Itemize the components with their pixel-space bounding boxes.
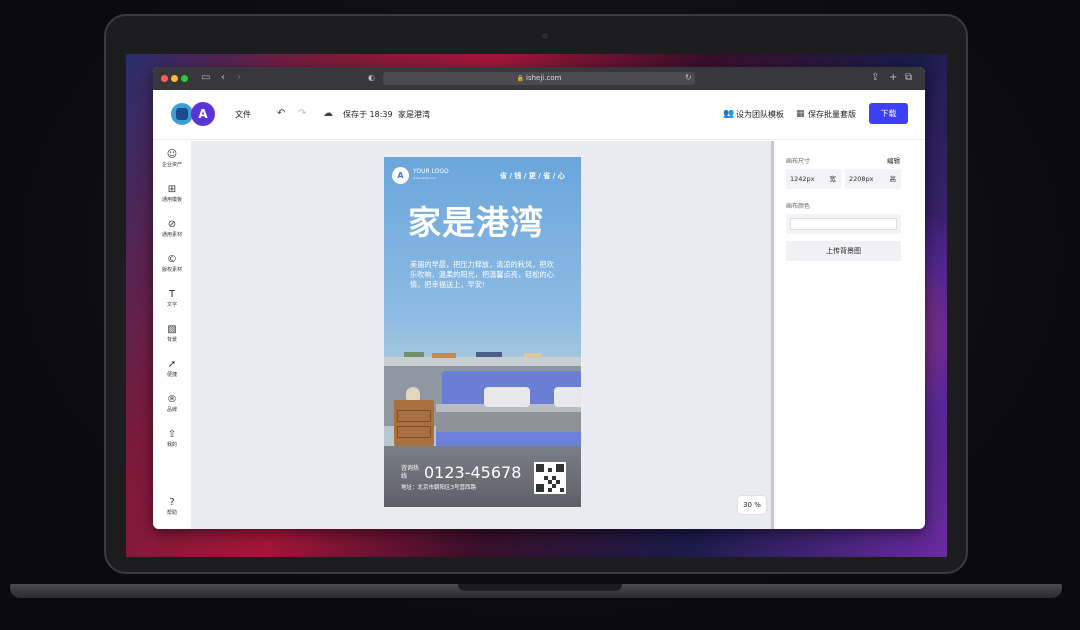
browser-titlebar: ▭ ‹ › ◐ 🔒 isheji.com ↻ ⇪ + ⧉ — [153, 67, 925, 90]
properties-panel: 画布尺寸 编辑 1242px 宽 2208px 高 画布颜色 上传背景图 — [775, 145, 908, 517]
sidebar-item-label: 我的 — [166, 442, 177, 448]
url-text: isheji.com — [526, 74, 562, 82]
sidebar-item-background[interactable]: ▧ 背景 — [153, 324, 191, 344]
share-icon[interactable]: ⇪ — [871, 71, 879, 85]
sidebar-item-materials[interactable]: ⊘ 通用素材 — [153, 219, 191, 239]
sidebar-item-label: 文字 — [166, 302, 177, 308]
saved-status: 保存于 18:39 — [343, 110, 393, 119]
poster-title[interactable]: 家是港湾 — [408, 201, 544, 245]
poster-contact-label[interactable]: 咨询热线 — [401, 465, 421, 481]
sidebar-item-assets[interactable]: ☺ 企业资产 — [153, 149, 191, 169]
width-value: 1242px — [790, 175, 815, 183]
sidebar-item-brand[interactable]: ® 品牌 — [153, 394, 191, 414]
height-unit: 高 — [889, 175, 897, 183]
vertical-scrollbar[interactable] — [771, 141, 774, 529]
cloud-save-icon: ☁ — [323, 108, 333, 119]
canvas-size-label: 画布尺寸 — [786, 158, 811, 165]
users-icon: ☺ — [166, 149, 178, 160]
sidebar-item-label: 便捷 — [166, 372, 177, 378]
qr-code-icon — [536, 464, 564, 492]
poster-slogan[interactable]: 省 / 钱 / 更 / 省 / 心 — [500, 171, 565, 181]
material-icon: ⊘ — [167, 219, 177, 230]
height-field[interactable]: 2208px 高 — [845, 169, 901, 189]
team-avatar[interactable] — [171, 103, 193, 125]
upload-icon: ⇧ — [167, 429, 177, 440]
poster-canvas[interactable]: A YOUR LOGO www.isheji.com 省 / 钱 / 更 / 省… — [384, 157, 581, 507]
batch-icon: ▦ — [796, 109, 805, 119]
team-icon: 👥 — [723, 109, 735, 119]
stage: ▭ ‹ › ◐ 🔒 isheji.com ↻ ⇪ + ⧉ A 文件 ↶ ↷ ☁ 保… — [0, 0, 1080, 630]
laptop-notch — [458, 584, 622, 591]
app-header: A 文件 ↶ ↷ ☁ 保存于 18:39 家是港湾 👥 设为团队模板 ▦ 保存批… — [153, 90, 925, 140]
width-unit: 宽 — [829, 175, 837, 183]
sidebar-item-templates[interactable]: ⊞ 通用模板 — [153, 184, 191, 204]
send-icon: ➚ — [167, 359, 177, 370]
back-icon[interactable]: ‹ — [221, 71, 225, 85]
sidebar-item-mine[interactable]: ⇧ 我的 — [153, 429, 191, 449]
left-sidebar: ☺ 企业资产 ⊞ 通用模板 ⊘ 通用素材 © 版权素材 T 文字 ▧ 背景 ➚ … — [153, 141, 191, 529]
sidebar-item-text[interactable]: T 文字 — [153, 289, 191, 309]
poster-address[interactable]: 地址：北京市朝阳区3号营西路 — [401, 484, 476, 492]
sidebar-item-label: 企业资产 — [161, 162, 182, 168]
brand-icon: ® — [167, 394, 177, 405]
template-icon: ⊞ — [167, 184, 177, 195]
file-menu[interactable]: 文件 — [235, 109, 251, 121]
document-title[interactable]: 家是港湾 — [398, 109, 430, 121]
download-button[interactable]: 下载 — [869, 103, 908, 124]
copyright-icon: © — [167, 254, 177, 265]
sidebar-item-label: 背景 — [166, 337, 177, 343]
poster-logo-text[interactable]: YOUR LOGO — [413, 168, 449, 176]
batch-save-button[interactable]: 保存批量套版 — [808, 109, 856, 121]
address-bar[interactable]: 🔒 isheji.com — [383, 72, 695, 85]
tabs-overview-icon[interactable]: ⧉ — [905, 71, 912, 85]
undo-icon[interactable]: ↶ — [277, 108, 285, 120]
sidebar-item-label: 帮助 — [166, 510, 177, 516]
sidebar-item-copyright[interactable]: © 版权素材 — [153, 254, 191, 274]
poster-phone[interactable]: 0123-45678 — [424, 464, 521, 482]
edit-size-link[interactable]: 编辑 — [887, 157, 900, 166]
forward-icon[interactable]: › — [237, 71, 241, 85]
sidebar-item-quick[interactable]: ➚ 便捷 — [153, 359, 191, 379]
text-icon: T — [168, 289, 176, 300]
app-logo[interactable]: A — [191, 102, 215, 126]
zoom-level[interactable]: 30 % — [738, 496, 766, 514]
browser-window: ▭ ‹ › ◐ 🔒 isheji.com ↻ ⇪ + ⧉ A 文件 ↶ ↷ ☁ 保… — [153, 67, 925, 529]
reload-icon[interactable]: ↻ — [685, 71, 692, 85]
new-tab-icon[interactable]: + — [889, 71, 897, 85]
canvas-color-picker[interactable] — [786, 214, 901, 234]
shield-icon[interactable]: ◐ — [368, 71, 375, 85]
sidebar-item-label: 品牌 — [166, 407, 177, 413]
maximize-window-button[interactable] — [181, 75, 188, 82]
lock-icon: 🔒 — [516, 75, 525, 82]
sidebar-toggle-icon[interactable]: ▭ — [201, 71, 210, 85]
canvas-color-label: 画布颜色 — [786, 203, 811, 210]
camera — [542, 33, 548, 39]
poster-body-text[interactable]: 美丽的早晨，把压力释放，清凉的秋风，把欢乐吹响，温柔的阳光，把温馨点亮，轻松的心… — [410, 260, 560, 290]
background-icon: ▧ — [167, 324, 177, 335]
poster-logo-subtext[interactable]: www.isheji.com — [413, 176, 436, 181]
upload-background-button[interactable]: 上传背景图 — [786, 241, 901, 261]
sidebar-item-help[interactable]: ? 帮助 — [153, 497, 191, 517]
color-swatch[interactable] — [790, 218, 897, 230]
minimize-window-button[interactable] — [171, 75, 178, 82]
nightstand — [394, 400, 434, 446]
poster-logo-icon[interactable]: A — [392, 167, 409, 184]
team-template-button[interactable]: 设为团队模板 — [736, 109, 784, 121]
sidebar-item-label: 通用素材 — [161, 232, 182, 238]
close-window-button[interactable] — [161, 75, 168, 82]
sidebar-item-label: 通用模板 — [161, 197, 182, 203]
qr-code[interactable] — [534, 462, 566, 494]
help-icon: ? — [169, 497, 175, 508]
height-value: 2208px — [849, 175, 874, 183]
width-field[interactable]: 1242px 宽 — [786, 169, 841, 189]
redo-icon[interactable]: ↷ — [298, 108, 306, 120]
sidebar-item-label: 版权素材 — [161, 267, 182, 273]
lamp — [406, 387, 420, 401]
